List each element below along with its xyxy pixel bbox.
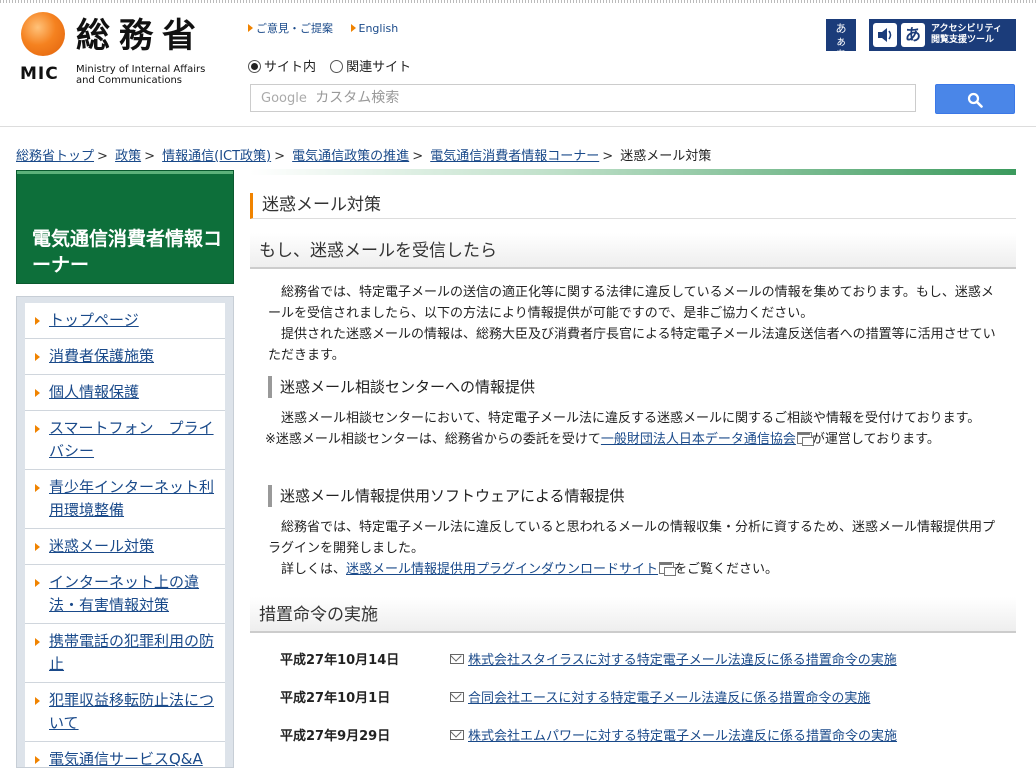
radio-unselected-icon[interactable]: [330, 60, 344, 73]
section-heading-orders: 措置命令の実施: [250, 597, 1016, 633]
sidebar-title-block: 電気通信消費者情報コーナー: [16, 170, 234, 284]
section1-para1: 総務省では、特定電子メールの送信の適正化等に関する法律に違反しているメールの情報…: [268, 285, 994, 321]
logo-mic: MIC: [20, 64, 59, 84]
feedback-link[interactable]: ご意見・ご提案: [248, 22, 333, 35]
sidebar-item-crime-proceeds[interactable]: 犯罪収益移転防止法について: [25, 683, 225, 742]
page-title: 迷惑メール対策: [250, 193, 1016, 219]
mail-icon: [450, 730, 464, 740]
search-scope: サイト内 関連サイト: [248, 56, 411, 75]
breadcrumb-item[interactable]: 電気通信政策の推進: [292, 149, 409, 164]
arrow-right-icon: [35, 697, 40, 705]
hiragana-a-icon: あ: [901, 23, 925, 47]
breadcrumb-item[interactable]: 情報通信(ICT政策): [162, 149, 271, 164]
sidebar-nav: トップページ 消費者保護施策 個人情報保護 スマートフォン プライバシー 青少年…: [16, 296, 234, 768]
breadcrumb-divider: [250, 169, 1016, 175]
search-button[interactable]: [935, 84, 1015, 114]
order-link[interactable]: 株式会社スタイラスに対する特定電子メール法違反に係る措置命令の実施: [468, 653, 897, 668]
data-comm-association-link[interactable]: 一般財団法人日本データ通信協会: [601, 432, 796, 447]
radio-selected-icon[interactable]: [248, 60, 261, 73]
breadcrumb-item[interactable]: 総務省トップ: [16, 149, 94, 164]
english-link[interactable]: English: [350, 22, 398, 35]
font-size-icon: あぁあ: [835, 22, 847, 61]
arrow-right-icon: [35, 317, 40, 325]
site-header: 総務省 MIC Ministry of Internal Affairs and…: [0, 0, 1036, 127]
order-date: 平成27年9月29日: [280, 729, 391, 744]
order-date: 平成27年10月1日: [280, 691, 391, 706]
mic-logo-icon[interactable]: [21, 12, 65, 56]
sidebar-item-spam[interactable]: 迷惑メール対策: [25, 529, 225, 565]
order-row: 平成27年9月29日 株式会社エムパワーに対する特定電子メール法違反に係る措置命…: [280, 726, 1000, 748]
section-heading-receive: もし、迷惑メールを受信したら: [250, 233, 1016, 269]
arrow-right-icon: [248, 24, 253, 32]
logo-kanji[interactable]: 総務省: [76, 16, 205, 56]
accessibility-label: アクセシビリティ 閲覧支援ツール: [931, 24, 1003, 45]
breadcrumb-item[interactable]: 電気通信消費者情報コーナー: [430, 149, 599, 164]
google-brand: Google: [261, 91, 307, 106]
logo-english-name: Ministry of Internal Affairs and Communi…: [76, 64, 205, 86]
sub1-paragraph: 迷惑メール相談センターにおいて、特定電子メール法に違反する迷惑メールに関するご相…: [265, 408, 996, 450]
subheading-software: 迷惑メール情報提供用ソフトウェアによる情報提供: [268, 485, 1008, 507]
logo-en-line2: and Communications: [76, 75, 183, 86]
sub2-paragraph: 総務省では、特定電子メール法に違反していると思われるメールの情報収集・分析に資す…: [268, 517, 996, 580]
order-row: 平成27年10月1日 合同会社エースに対する特定電子メール法違反に係る措置命令の…: [280, 688, 1000, 710]
speaker-icon: [873, 23, 897, 47]
arrow-right-icon: [350, 24, 356, 32]
radio-related[interactable]: 関連サイト: [330, 60, 411, 75]
arrow-right-icon: [35, 484, 40, 492]
mail-icon: [450, 654, 464, 664]
mail-icon: [450, 692, 464, 702]
top-links: ご意見・ご提案 English: [248, 20, 412, 36]
sidebar-item-smartphone-privacy[interactable]: スマートフォン プライバシー: [25, 411, 225, 470]
sidebar-item-privacy[interactable]: 個人情報保護: [25, 375, 225, 411]
arrow-right-icon: [35, 353, 40, 361]
sub1-para: 迷惑メール相談センターにおいて、特定電子メール法に違反する迷惑メールに関するご相…: [268, 411, 981, 426]
section1-paragraph: 総務省では、特定電子メールの送信の適正化等に関する法律に違反しているメールの情報…: [268, 282, 996, 366]
logo-en-line1: Ministry of Internal Affairs: [76, 64, 206, 75]
order-row: 平成27年10月14日 株式会社スタイラスに対する特定電子メール法違反に係る措置…: [280, 650, 1000, 672]
sidebar-item-mobile-crime[interactable]: 携帯電話の犯罪利用の防止: [25, 624, 225, 683]
sub2-para: 総務省では、特定電子メール法に違反していると思われるメールの情報収集・分析に資す…: [268, 520, 995, 556]
breadcrumb-item[interactable]: 政策: [115, 149, 141, 164]
sidebar-item-qa[interactable]: 電気通信サービスQ&A: [25, 742, 225, 767]
arrow-right-icon: [35, 638, 40, 646]
sidebar-item-top[interactable]: トップページ: [25, 303, 225, 339]
arrow-right-icon: [35, 579, 40, 587]
sub2-detail: 詳しくは、迷惑メール情報提供用プラグインダウンロードサイト をご覧ください。: [268, 562, 779, 577]
font-size-button[interactable]: あぁあ: [826, 19, 856, 61]
order-link[interactable]: 合同会社エースに対する特定電子メール法違反に係る措置命令の実施: [468, 691, 870, 706]
sub1-note: ※迷惑メール相談センターは、総務省からの委託を受けて一般財団法人日本データ通信協…: [265, 432, 940, 447]
order-date: 平成27年10月14日: [280, 653, 400, 668]
arrow-right-icon: [35, 756, 40, 764]
arrow-right-icon: [35, 425, 40, 433]
section1-para2: 提供された迷惑メールの情報は、総務大臣及び消費者庁長官による特定電子メール法違反…: [268, 327, 996, 363]
top-border: [0, 0, 1036, 3]
search-placeholder: カスタム検索: [315, 90, 400, 106]
breadcrumb: 総務省トップ > 政策 > 情報通信(ICT政策) > 電気通信政策の推進 > 電気通信…: [16, 149, 712, 164]
accessibility-tool-button[interactable]: あ アクセシビリティ 閲覧支援ツール: [869, 19, 1016, 51]
arrow-right-icon: [35, 543, 40, 551]
sidebar-item-youth-internet[interactable]: 青少年インターネット利用環境整備: [25, 470, 225, 529]
subheading-consult-center: 迷惑メール相談センターへの情報提供: [268, 376, 1008, 398]
plugin-download-link[interactable]: 迷惑メール情報提供用プラグインダウンロードサイト: [346, 562, 658, 577]
order-link[interactable]: 株式会社エムパワーに対する特定電子メール法違反に係る措置命令の実施: [468, 729, 897, 744]
sidebar-item-illegal-info[interactable]: インターネット上の違法・有害情報対策: [25, 565, 225, 624]
radio-site[interactable]: サイト内: [248, 60, 316, 75]
search-icon: [967, 92, 983, 108]
search-input[interactable]: Google カスタム検索: [250, 84, 916, 112]
new-window-icon: [659, 562, 677, 576]
arrow-right-icon: [35, 389, 40, 397]
new-window-icon: [796, 432, 814, 446]
sidebar-title: 電気通信消費者情報コーナー: [32, 228, 223, 276]
breadcrumb-current: 迷惑メール対策: [620, 149, 712, 164]
sidebar-item-consumer-protection[interactable]: 消費者保護施策: [25, 339, 225, 375]
